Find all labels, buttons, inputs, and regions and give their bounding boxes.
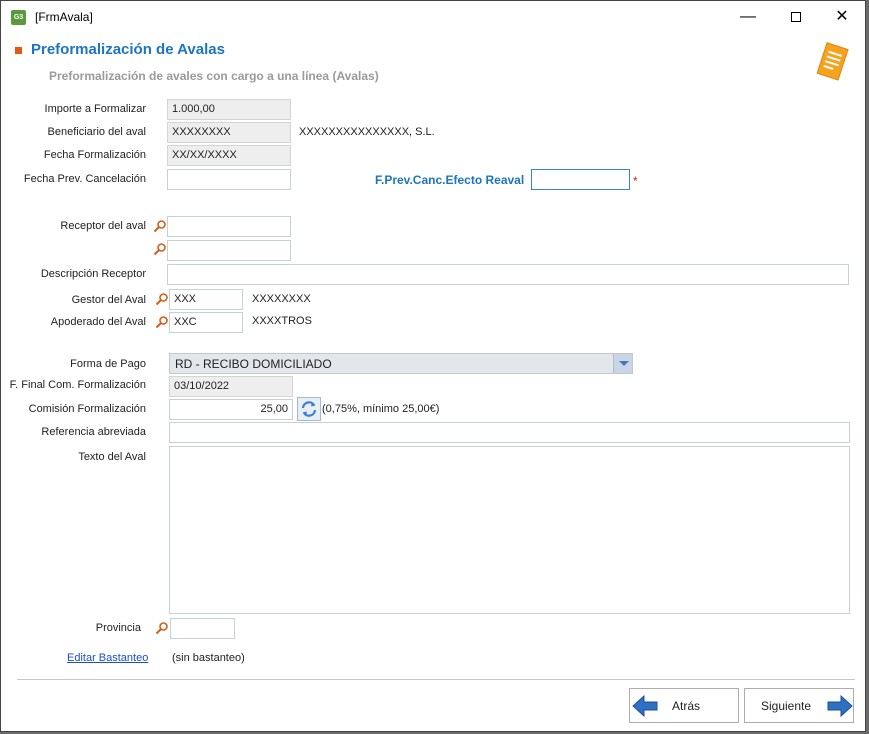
window-title: [FrmAvala] bbox=[35, 10, 93, 24]
search-icon[interactable] bbox=[155, 292, 169, 306]
gestor-code-input[interactable]: XXX bbox=[169, 289, 243, 310]
minimize-button[interactable]: — bbox=[725, 1, 771, 33]
provincia-label: Provincia bbox=[95, 622, 141, 634]
importe-label: Importe a Formalizar bbox=[44, 103, 146, 115]
required-marker: * bbox=[633, 174, 638, 188]
provincia-input[interactable] bbox=[170, 618, 235, 639]
referencia-input[interactable] bbox=[169, 422, 850, 443]
bastanteo-status: (sin bastanteo) bbox=[172, 652, 245, 664]
f-prev-canc-efecto-input[interactable] bbox=[531, 169, 630, 190]
document-notes-icon bbox=[816, 42, 849, 81]
fecha-formalizacion-label: Fecha Formalización bbox=[43, 149, 146, 161]
beneficiario-code-field: XXXXXXXX bbox=[167, 122, 291, 143]
descripcion-receptor-label: Descripción Receptor bbox=[40, 268, 146, 280]
f-prev-canc-efecto-label: F.Prev.Canc.Efecto Reaval bbox=[375, 173, 525, 187]
maximize-icon bbox=[791, 11, 801, 22]
window: G3 [FrmAvala] — ✕ Preformalización de Av… bbox=[0, 0, 866, 732]
maximize-button[interactable] bbox=[773, 1, 819, 33]
f-final-com-field: 03/10/2022 bbox=[169, 376, 293, 397]
beneficiario-name: XXXXXXXXXXXXXXX, S.L. bbox=[299, 126, 435, 138]
receptor-input-2[interactable] bbox=[167, 240, 291, 261]
close-button[interactable]: ✕ bbox=[819, 1, 865, 33]
page-title: Preformalización de Avalas bbox=[31, 41, 225, 58]
gestor-name: XXXXXXXX bbox=[252, 293, 311, 305]
fecha-formalizacion-field: XX/XX/XXXX bbox=[167, 145, 291, 166]
next-label: Siguiente bbox=[761, 699, 812, 713]
beneficiario-label: Beneficiario del aval bbox=[47, 126, 146, 138]
texto-aval-label: Texto del Aval bbox=[78, 451, 146, 463]
f-final-com-label: F. Final Com. Formalización bbox=[9, 379, 146, 391]
fecha-prev-cancelacion-input[interactable] bbox=[167, 169, 291, 190]
title-bar: G3 [FrmAvala] — ✕ bbox=[1, 1, 865, 33]
back-label: Atrás bbox=[672, 699, 701, 713]
editar-bastanteo-link[interactable]: Editar Bastanteo bbox=[67, 652, 148, 664]
arrow-right-icon bbox=[827, 695, 853, 717]
apoderado-code-input[interactable]: XXC bbox=[169, 312, 243, 333]
receptor-label: Receptor del aval bbox=[60, 220, 146, 232]
refresh-icon[interactable] bbox=[297, 397, 321, 421]
texto-aval-textarea[interactable] bbox=[169, 446, 850, 614]
back-button[interactable]: Atrás bbox=[629, 688, 739, 723]
search-icon[interactable] bbox=[155, 621, 169, 635]
search-icon[interactable] bbox=[153, 219, 167, 233]
footer-divider bbox=[17, 679, 855, 680]
apoderado-label: Apoderado del Aval bbox=[50, 316, 146, 328]
comision-label: Comisión Formalización bbox=[28, 403, 146, 415]
forma-pago-value: RD - RECIBO DOMICILIADO bbox=[175, 357, 332, 371]
fecha-prev-cancelacion-label: Fecha Prev. Cancelación bbox=[23, 173, 146, 185]
search-icon[interactable] bbox=[153, 242, 167, 256]
search-icon[interactable] bbox=[155, 315, 169, 329]
gestor-label: Gestor del Aval bbox=[71, 294, 146, 306]
next-button[interactable]: Siguiente bbox=[744, 688, 854, 723]
arrow-left-icon bbox=[632, 695, 658, 717]
forma-pago-select[interactable]: RD - RECIBO DOMICILIADO bbox=[169, 353, 633, 374]
comision-input[interactable]: 25,00 bbox=[169, 399, 293, 420]
apoderado-name: XXXXTROS bbox=[252, 315, 312, 327]
receptor-input-1[interactable] bbox=[167, 216, 291, 237]
forma-pago-label: Forma de Pago bbox=[70, 358, 146, 370]
comision-note: (0,75%, mínimo 25,00€) bbox=[322, 403, 440, 415]
referencia-label: Referencia abreviada bbox=[41, 426, 146, 438]
descripcion-receptor-input[interactable] bbox=[167, 264, 849, 285]
header-bullet-icon bbox=[15, 47, 22, 54]
chevron-down-icon[interactable] bbox=[613, 354, 632, 373]
app-icon: G3 bbox=[11, 10, 26, 25]
importe-field: 1.000,00 bbox=[167, 99, 291, 120]
page-subtitle: Preformalización de avales con cargo a u… bbox=[49, 69, 379, 83]
